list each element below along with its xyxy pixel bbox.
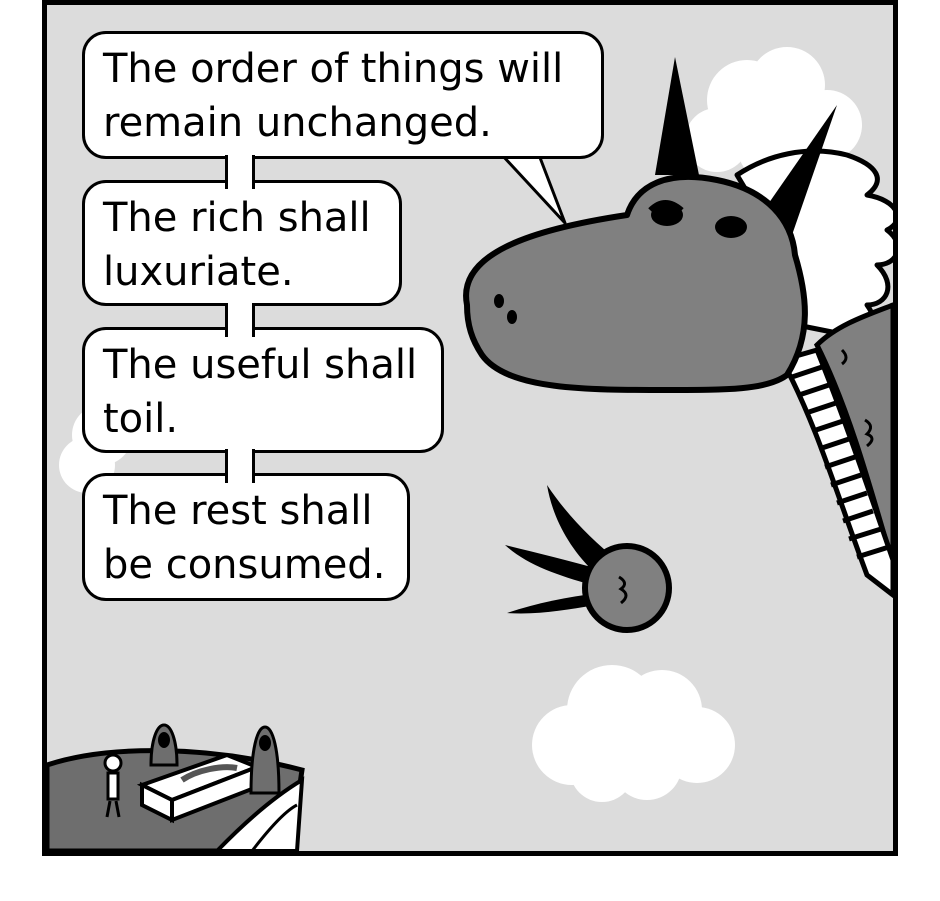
speech-tail — [500, 153, 567, 225]
hooded-figure-left — [149, 723, 179, 767]
bubble-text-line: remain unchanged. — [103, 100, 492, 146]
speech-bubble-1: The order of things will remain unchange… — [82, 31, 604, 159]
bubble-text-line: The useful shall — [103, 342, 418, 388]
dragon-left-eye — [651, 204, 683, 226]
speech-bubble-3: The useful shall toil. — [82, 327, 444, 453]
comic-panel: The order of things will remain unchange… — [42, 0, 898, 856]
bubble-text-line: toil. — [103, 396, 179, 442]
dragon-right-eye — [715, 216, 747, 238]
speech-bubble-4: The rest shall be consumed. — [82, 473, 410, 601]
bubble-connector — [225, 155, 255, 189]
bubble-text-line: The order of things will — [103, 46, 564, 92]
bubble-text-line: The rest shall — [103, 488, 373, 534]
bubble-text-line: be consumed. — [103, 542, 386, 588]
bubble-connector — [225, 303, 255, 337]
bubble-connector — [225, 449, 255, 483]
cloud-bottom — [532, 665, 735, 802]
bubble-text-line: The rich shall — [103, 195, 371, 241]
speech-bubble-2: The rich shall luxuriate. — [82, 180, 402, 306]
dragon-claw — [505, 485, 672, 633]
dragon-head — [463, 173, 808, 393]
hooded-figure-right — [249, 725, 281, 795]
bubble-text-line: luxuriate. — [103, 249, 294, 295]
